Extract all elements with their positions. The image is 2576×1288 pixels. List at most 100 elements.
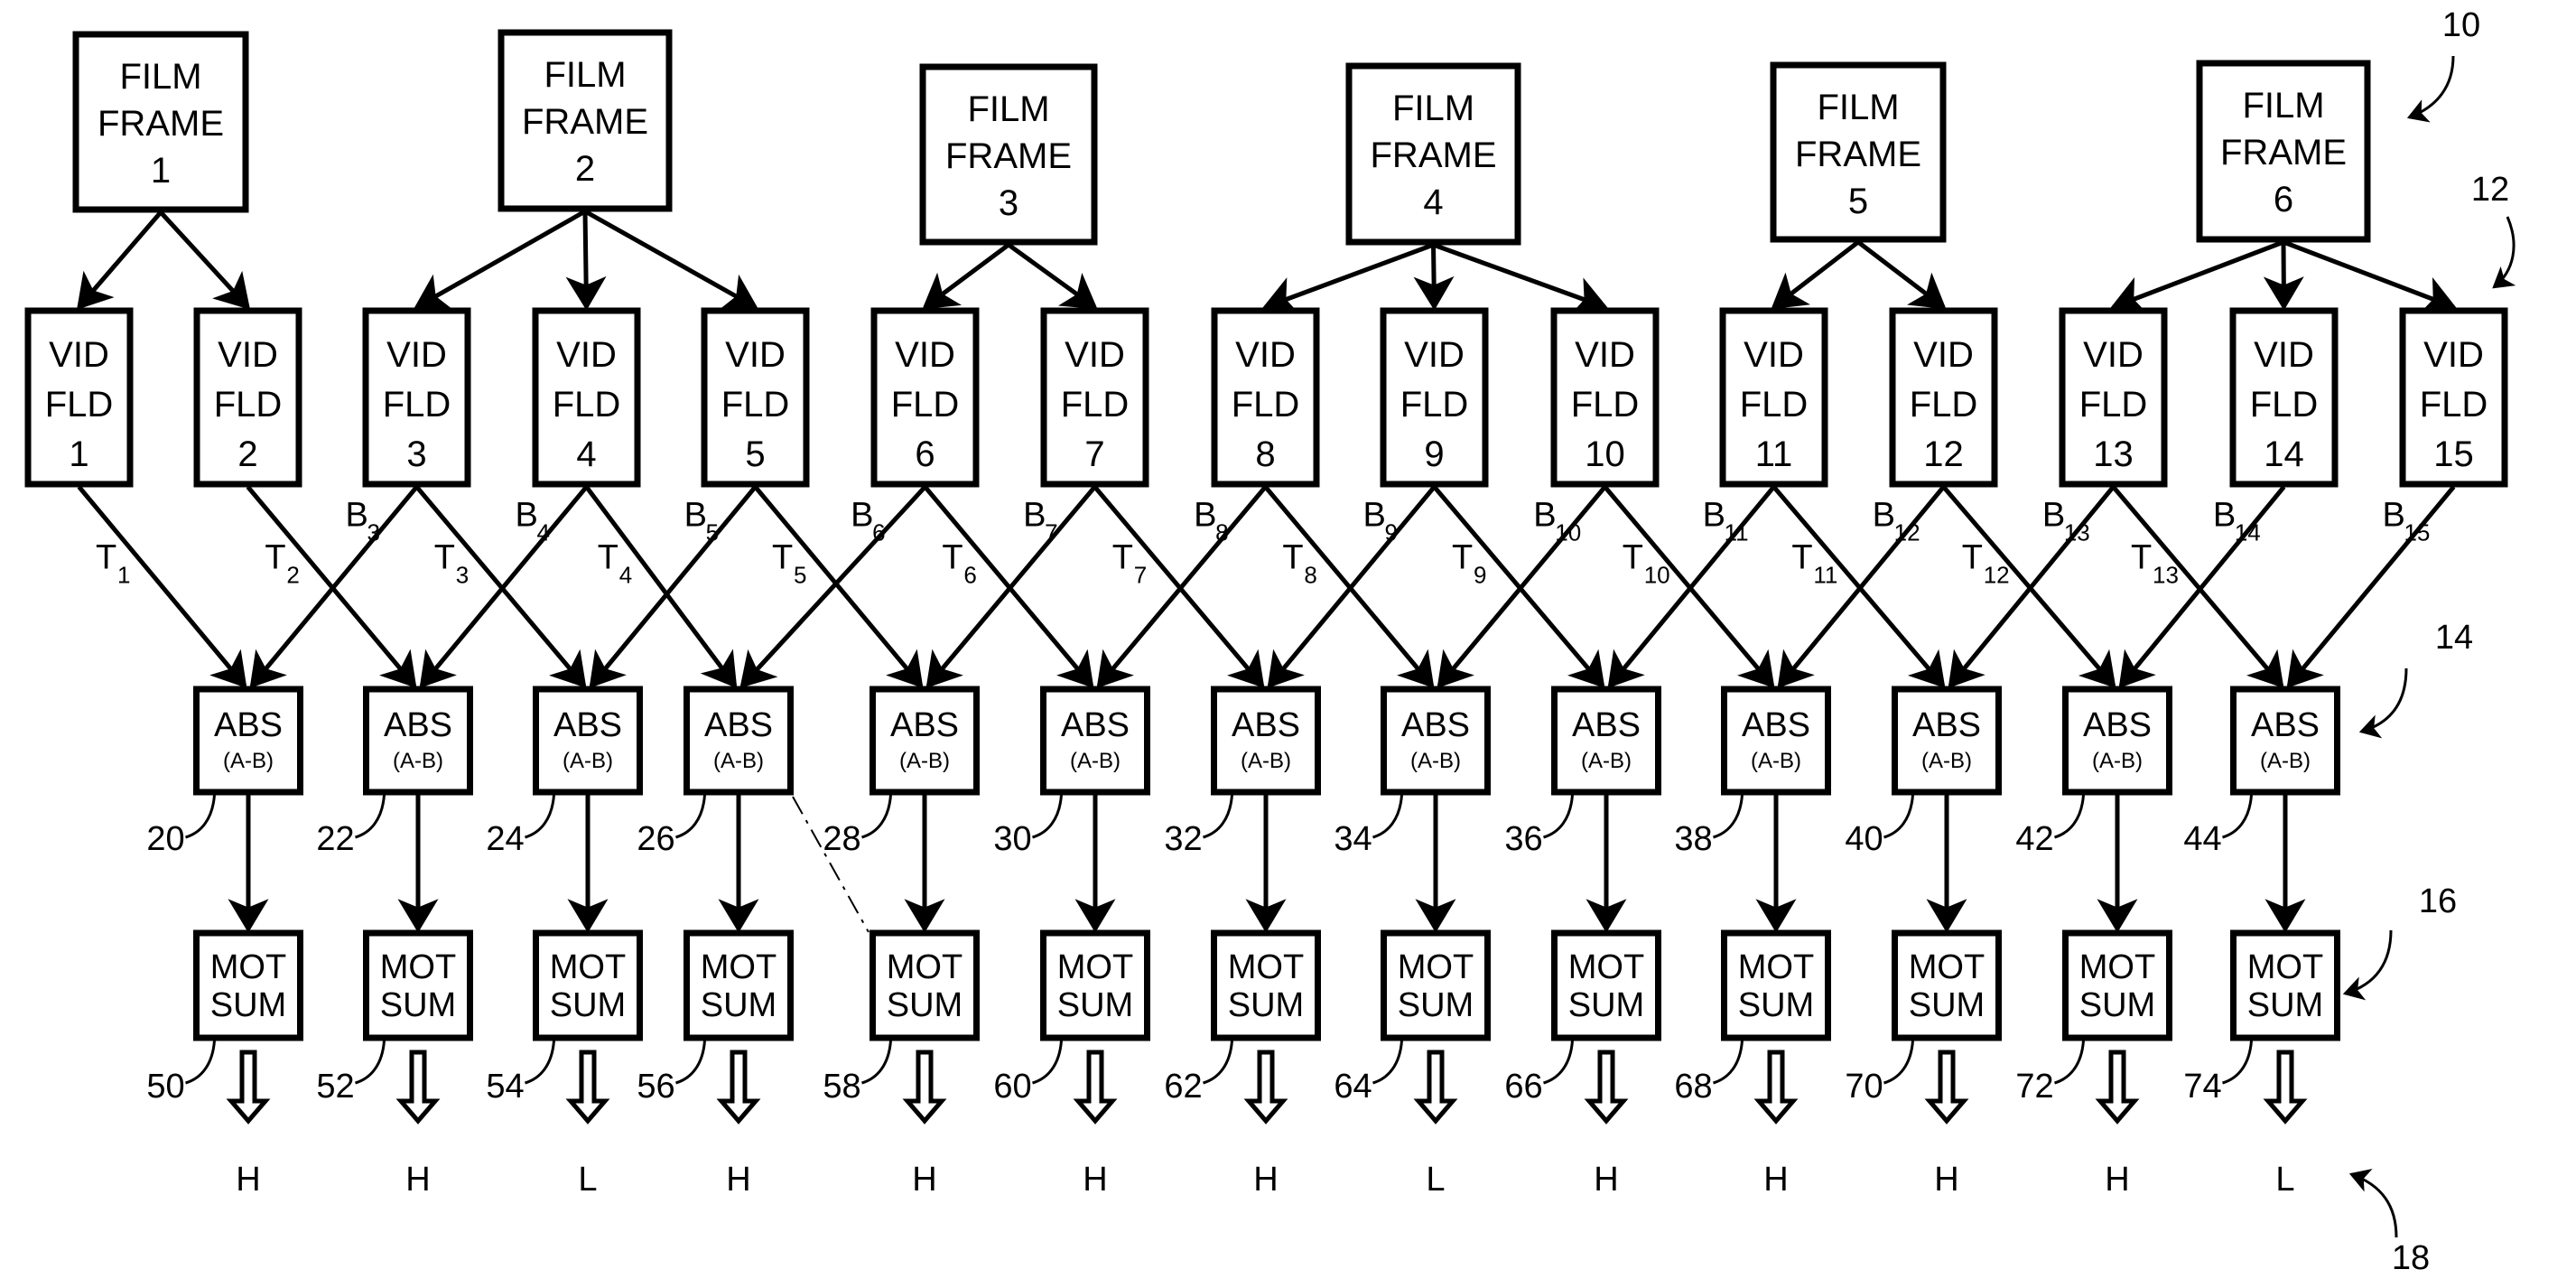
- video-field-6: VID FLD 6: [870, 307, 980, 488]
- abs-title: ABS: [384, 706, 452, 744]
- abs-ref-number: 28: [823, 820, 860, 858]
- video-field-label: 11: [1755, 434, 1793, 474]
- film-frame-4: FILM FRAME 4: [1345, 62, 1521, 246]
- mot-sum-ref-number: 64: [1334, 1068, 1372, 1106]
- abs-block-34: ABS (A-B): [1381, 686, 1491, 796]
- mot-sum-ref-leader: [861, 1040, 892, 1085]
- video-field-3: VID FLD 3: [362, 307, 471, 488]
- abs-subtitle: (A-B): [1241, 749, 1291, 773]
- link-letter: B: [851, 496, 873, 534]
- video-field-label: VID: [218, 335, 278, 375]
- abs-ref-leader: [1203, 794, 1233, 839]
- video-field-label: 7: [1084, 434, 1104, 474]
- mot-sum-label: SUM: [887, 986, 963, 1024]
- link-letter: B: [2042, 496, 2065, 534]
- video-field-label: VID: [1065, 335, 1125, 375]
- bottom-field-label: B12: [1873, 496, 1920, 546]
- video-field-label: VID: [2083, 335, 2144, 375]
- video-field-11: VID FLD 11: [1719, 307, 1828, 488]
- abs-subtitle: (A-B): [1921, 749, 1972, 773]
- mot-sum-label: SUM: [1398, 986, 1474, 1024]
- link-letter: T: [772, 539, 793, 577]
- link-letter: B: [1533, 496, 1556, 534]
- link-letter: B: [1194, 496, 1216, 534]
- film-frame-label: FILM: [967, 89, 1049, 129]
- mot-sum-ref-leader: [2054, 1040, 2085, 1085]
- abs-title: ABS: [1742, 706, 1810, 744]
- abs-ref-leader: [2222, 794, 2253, 839]
- abs-block-22: ABS (A-B): [363, 686, 473, 796]
- mot-sum-ref-leader: [675, 1040, 706, 1085]
- link-subscript: 1: [117, 562, 130, 589]
- link-subscript: 8: [1304, 562, 1316, 589]
- mot-sum-block-68: MOTSUM: [1721, 929, 1831, 1041]
- link-subscript: 3: [456, 562, 469, 589]
- link-subscript: 9: [1474, 562, 1486, 589]
- link-letter: B: [345, 496, 367, 534]
- video-field-label: 5: [745, 434, 765, 474]
- mot-sum-ref-number: 62: [1164, 1068, 1202, 1106]
- output-arrow-icon: [1584, 1050, 1629, 1125]
- mot-sum-ref-leader: [355, 1040, 386, 1085]
- abs-block-28: ABS (A-B): [870, 686, 980, 796]
- video-field-label: 13: [2093, 434, 2134, 474]
- abs-ref-leader: [1372, 794, 1403, 839]
- video-field-14: VID FLD 14: [2229, 307, 2339, 488]
- mot-sum-block-54: MOTSUM: [533, 929, 643, 1041]
- link-subscript: 13: [2153, 562, 2179, 589]
- abs-ref-number: 40: [1845, 820, 1883, 858]
- frame-to-field-arrow: [414, 209, 587, 310]
- mot-sum-block-60: MOTSUM: [1040, 929, 1150, 1041]
- link-subscript: 10: [1555, 518, 1581, 546]
- film-frame-label: FRAME: [1795, 135, 1921, 174]
- video-field-label: 6: [915, 434, 935, 474]
- motion-output-value: H: [1253, 1161, 1278, 1199]
- film-frame-label: FILM: [544, 55, 626, 95]
- video-field-label: FLD: [45, 385, 114, 425]
- film-frame-label: FRAME: [1371, 135, 1497, 175]
- video-field-2: VID FLD 2: [193, 307, 302, 488]
- abs-ref-leader: [525, 794, 555, 839]
- abs-ref-number: 38: [1674, 820, 1712, 858]
- abs-subtitle: (A-B): [563, 749, 613, 773]
- mot-sum-ref-leader: [1372, 1040, 1403, 1085]
- link-letter: T: [434, 539, 455, 577]
- abs-ref-number: 24: [486, 820, 524, 858]
- output-arrow-icon: [565, 1050, 610, 1125]
- video-field-label: FLD: [721, 385, 790, 425]
- link-subscript: 2: [286, 562, 299, 589]
- motion-output-value: H: [405, 1161, 430, 1199]
- mot-sum-ref-number: 72: [2015, 1068, 2053, 1106]
- mot-sum-label: SUM: [1057, 986, 1133, 1024]
- top-field-label: T2: [265, 539, 299, 589]
- abs-subtitle: (A-B): [1410, 749, 1461, 773]
- video-field-label: 1: [69, 434, 88, 474]
- output-arrow-icon: [1073, 1050, 1118, 1125]
- bottom-field-label: B5: [684, 496, 719, 546]
- link-letter: B: [515, 496, 537, 534]
- link-subscript: 11: [1725, 518, 1749, 546]
- video-field-12: VID FLD 12: [1889, 307, 1998, 488]
- film-frame-label: FRAME: [2220, 133, 2347, 173]
- top-field-link: [2111, 485, 2284, 688]
- abs-ref-number: 26: [637, 820, 674, 858]
- film-frame-label: 4: [1423, 182, 1443, 222]
- film-frame-1: FILM FRAME 1: [72, 31, 249, 213]
- abs-block-26: ABS (A-B): [684, 686, 794, 796]
- abs-ref-number: 42: [2015, 820, 2053, 858]
- video-field-label: VID: [1235, 335, 1296, 375]
- frame-to-field-arrow: [922, 242, 1010, 310]
- abs-block-30: ABS (A-B): [1040, 686, 1150, 796]
- link-letter: T: [598, 539, 618, 577]
- top-field-label: T4: [598, 539, 632, 589]
- video-field-label: VID: [2423, 335, 2484, 375]
- bottom-field-link: [2286, 485, 2456, 688]
- ref-video-fields-arrow: [2492, 216, 2516, 289]
- bottom-field-label: B3: [345, 496, 379, 546]
- video-field-10: VID FLD 10: [1550, 307, 1660, 488]
- top-field-label: T8: [1282, 539, 1316, 589]
- film-frame-label: FILM: [1392, 89, 1474, 128]
- film-frame-label: 1: [151, 151, 171, 191]
- link-letter: T: [96, 539, 116, 577]
- video-field-label: 10: [1585, 434, 1625, 474]
